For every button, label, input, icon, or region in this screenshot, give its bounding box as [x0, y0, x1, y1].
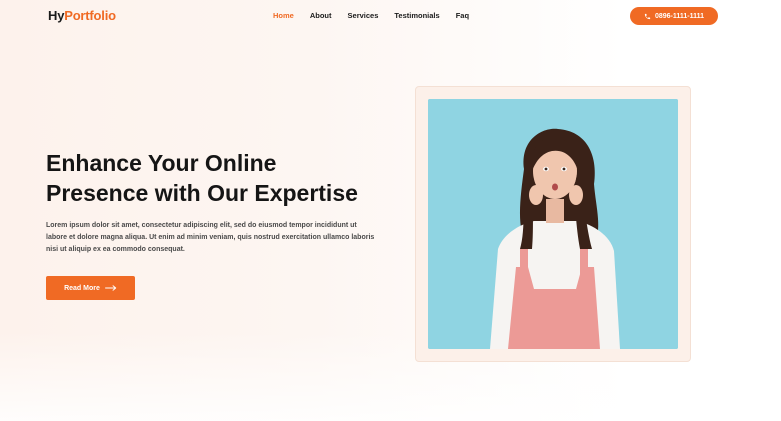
nav-links: Home About Services Testimonials Faq: [273, 11, 485, 20]
logo-part-2: Portfolio: [64, 8, 116, 23]
navbar: HyPortfolio Home About Services Testimon…: [0, 0, 781, 32]
hero-description: Lorem ipsum dolor sit amet, consectetur …: [46, 222, 375, 253]
nav-item-testimonials[interactable]: Testimonials: [394, 11, 439, 20]
portrait-photo: [428, 99, 678, 349]
read-more-button[interactable]: Read More: [46, 276, 135, 300]
nav-item-home[interactable]: Home: [273, 11, 294, 20]
arrow-right-icon: [104, 285, 117, 291]
hero-title-line-1: Enhance Your Online: [46, 150, 277, 176]
logo[interactable]: HyPortfolio: [48, 8, 116, 23]
phone-icon: [644, 13, 651, 19]
image-card: [415, 86, 691, 362]
nav-item-faq[interactable]: Faq: [456, 11, 469, 20]
nav-item-about[interactable]: About: [310, 11, 332, 20]
portrait-illustration: [428, 99, 678, 349]
hero-title: Enhance Your Online Presence with Our Ex…: [46, 148, 406, 208]
read-more-label: Read More: [64, 284, 100, 292]
nav-item-services[interactable]: Services: [348, 11, 379, 20]
phone-button[interactable]: 0896-1111-1111: [630, 7, 718, 25]
logo-part-1: Hy: [48, 8, 65, 23]
phone-number: 0896-1111-1111: [654, 12, 705, 20]
hero-title-line-2: Presence with Our Expertise: [46, 180, 358, 206]
